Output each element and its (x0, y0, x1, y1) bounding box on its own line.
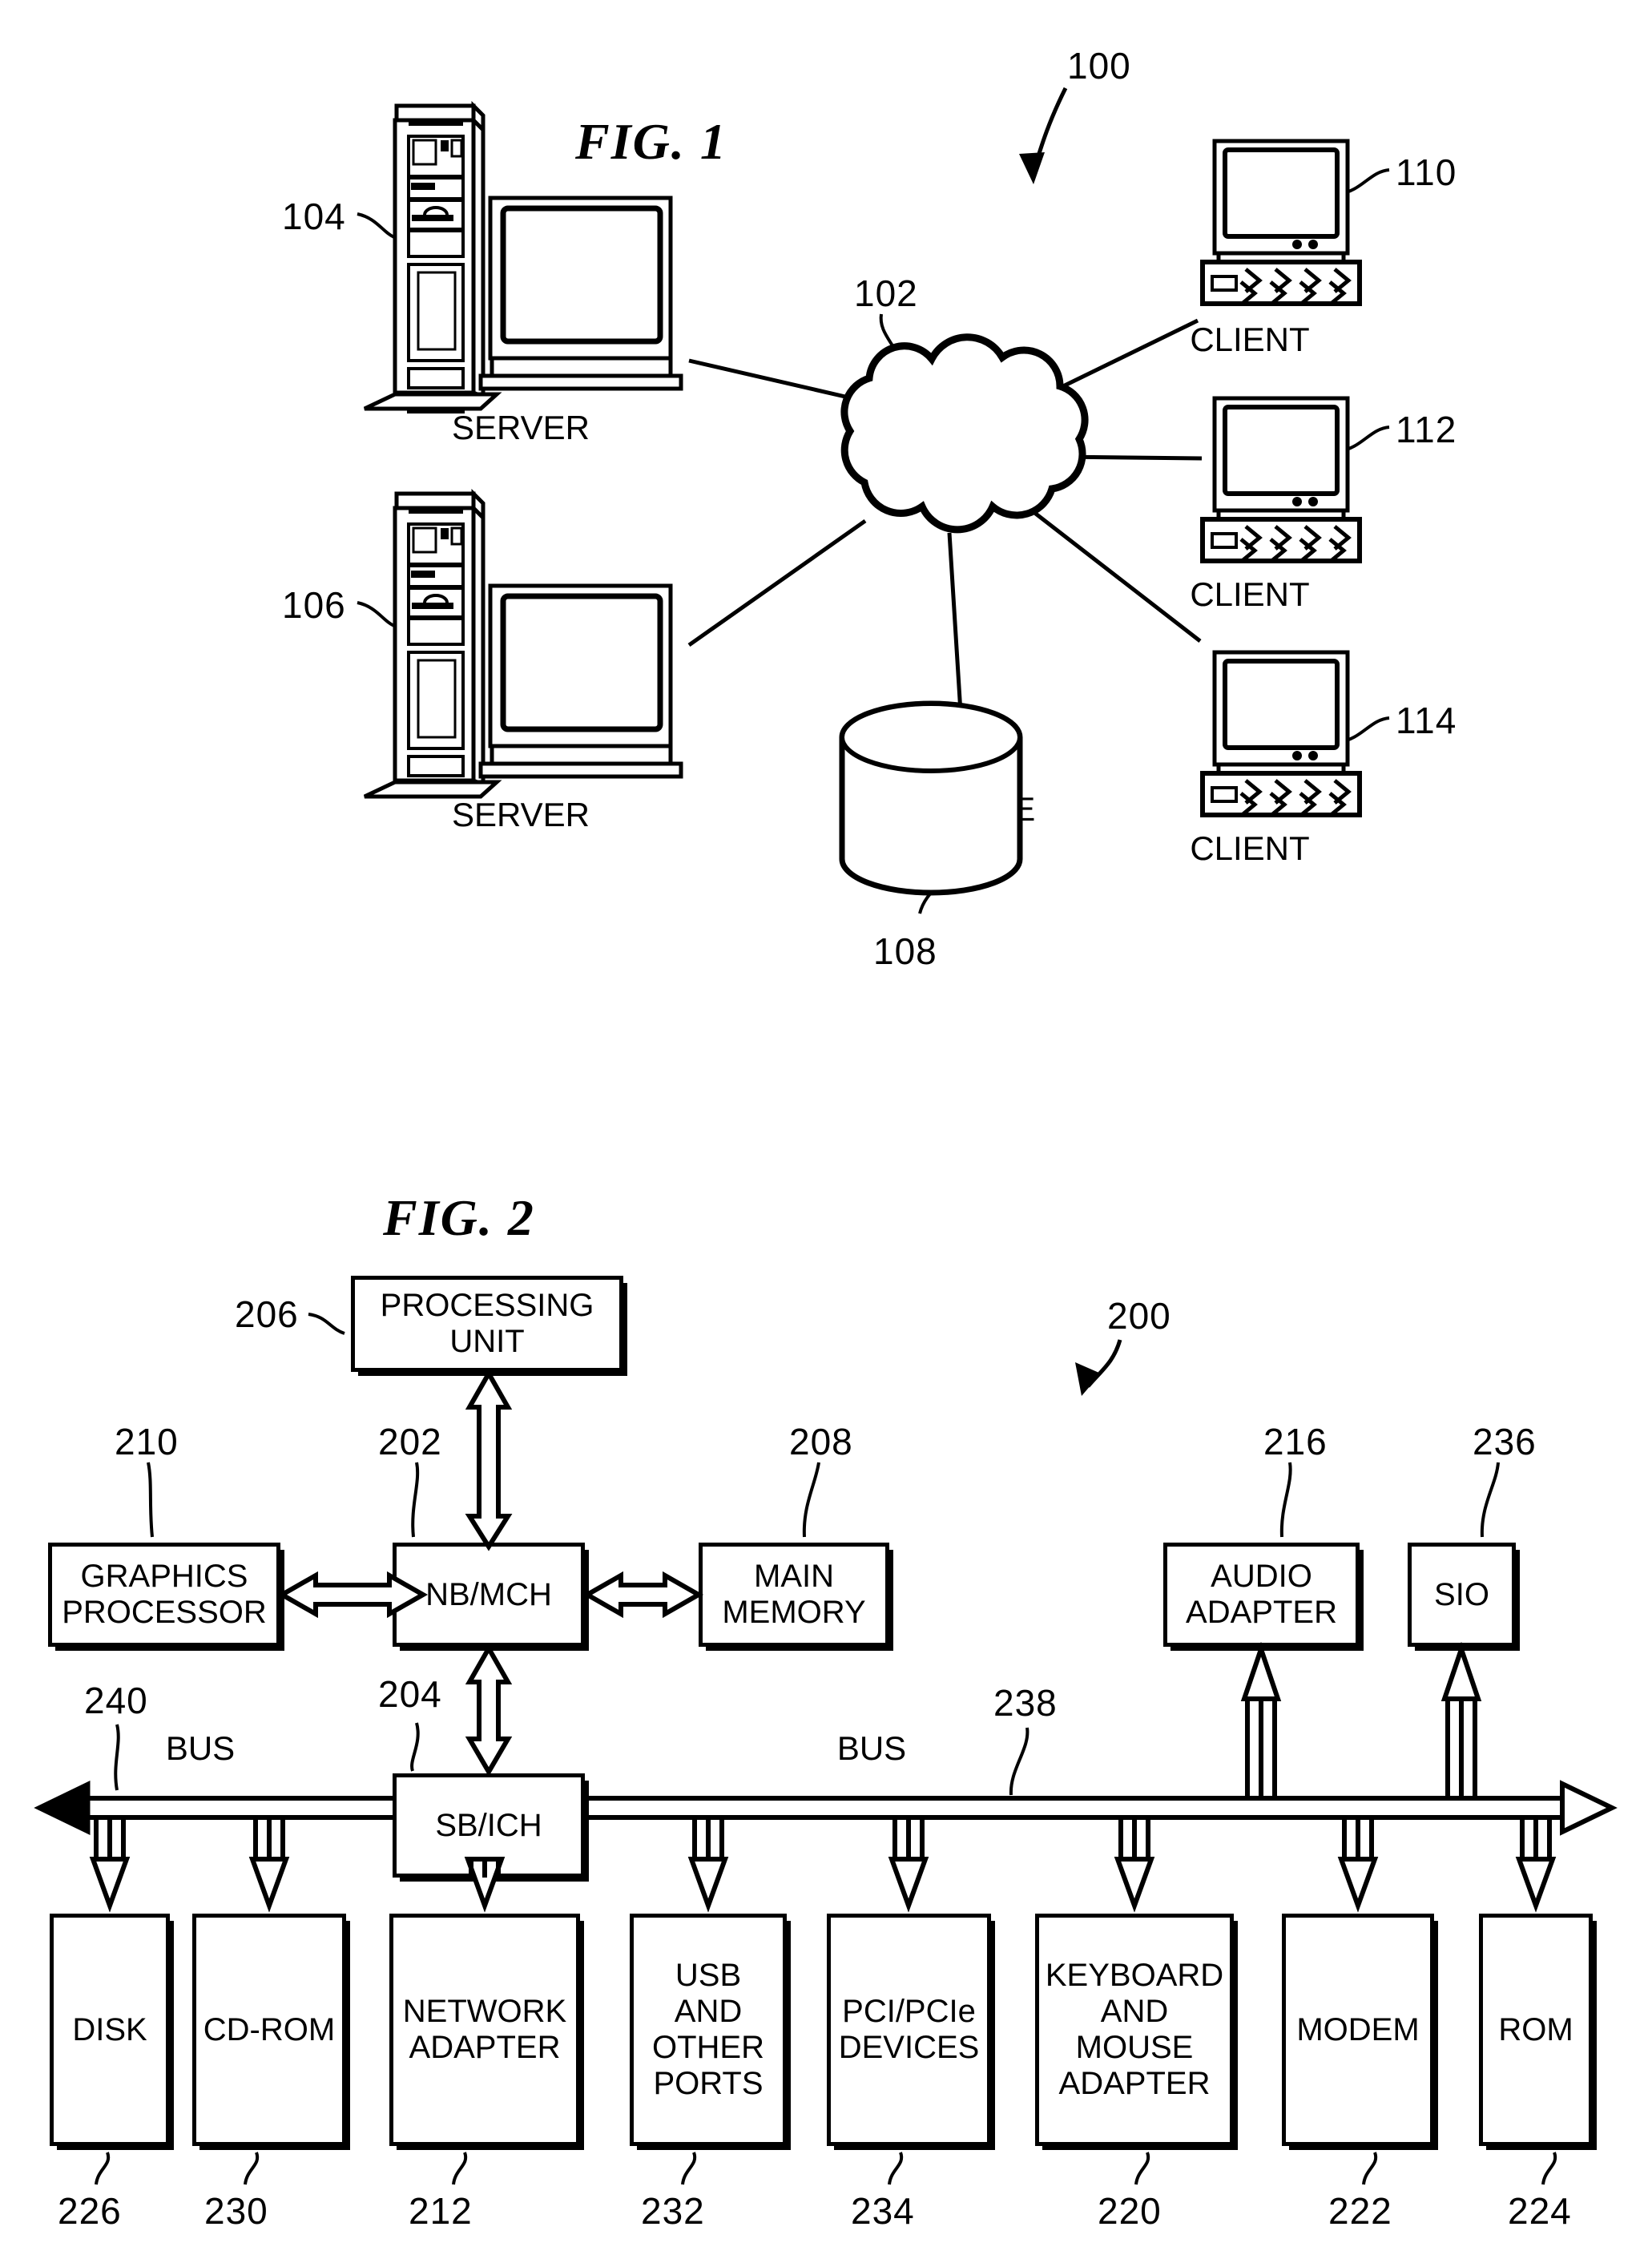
figure-2-graphics (34, 1313, 1618, 2185)
